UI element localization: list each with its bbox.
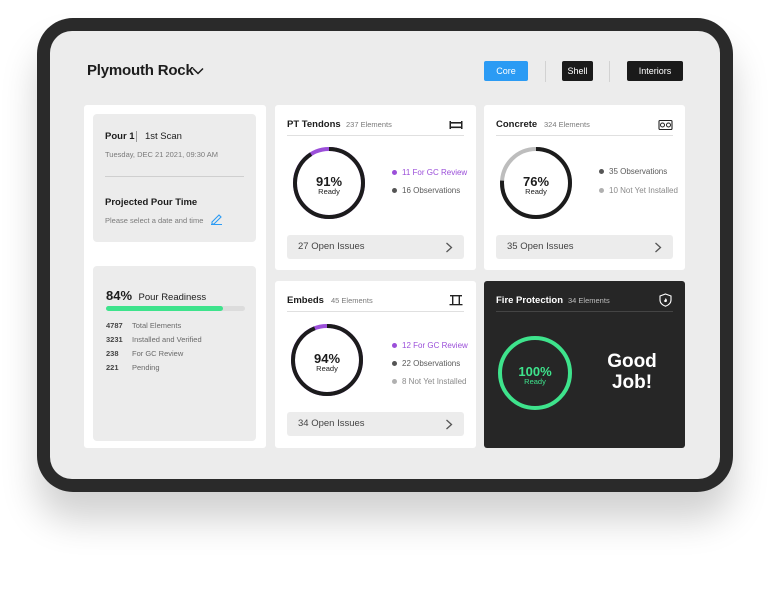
legend-text: 22 Observations bbox=[402, 359, 461, 368]
element-count: 237 Elements bbox=[346, 120, 392, 129]
tab-shell[interactable]: Shell bbox=[562, 61, 593, 81]
legend-dot bbox=[392, 379, 397, 384]
legend-item: 22 Observations bbox=[392, 359, 460, 368]
stat-row: 4787 Total Elements bbox=[106, 321, 181, 330]
legend-text: 16 Observations bbox=[402, 186, 461, 195]
card-title: Concrete bbox=[496, 119, 538, 130]
open-issues-label: 35 Open Issues bbox=[507, 241, 574, 252]
open-issues-label: 34 Open Issues bbox=[298, 418, 365, 429]
good-job-message: Good Job! bbox=[590, 351, 674, 393]
divider bbox=[287, 311, 464, 312]
stat-row: 221 Pending bbox=[106, 363, 160, 372]
stat-row: 238 For GC Review bbox=[106, 349, 183, 358]
tab-divider bbox=[609, 61, 610, 82]
readiness-percent: 84% bbox=[106, 288, 133, 303]
legend-item: 35 Observations bbox=[599, 167, 667, 176]
stat-row: 3231 Installed and Verified bbox=[106, 335, 202, 344]
element-count: 45 Elements bbox=[331, 296, 373, 305]
pt-tendons-card[interactable]: PT Tendons 237 Elements 91% Ready 11 For… bbox=[275, 105, 476, 270]
tab-divider bbox=[545, 61, 546, 82]
ready-label: Ready bbox=[316, 364, 338, 373]
ready-label: Ready bbox=[525, 187, 547, 196]
pour-label: Pour 1 bbox=[105, 131, 135, 142]
fire-shield-icon bbox=[659, 293, 672, 307]
tab-core[interactable]: Core bbox=[484, 61, 528, 81]
legend-dot bbox=[392, 343, 397, 348]
readiness-progress-track bbox=[106, 306, 245, 311]
card-title: Embeds bbox=[287, 295, 324, 306]
stat-label: Installed and Verified bbox=[132, 335, 202, 344]
pour-summary-card: Pour 1 1st Scan Tuesday, DEC 21 2021, 09… bbox=[84, 105, 266, 448]
legend-dot bbox=[392, 361, 397, 366]
legend-item: 11 For GC Review bbox=[392, 168, 467, 177]
embed-icon bbox=[449, 295, 463, 306]
chevron-down-icon[interactable] bbox=[191, 64, 205, 78]
legend-dot bbox=[599, 188, 604, 193]
legend-text: 35 Observations bbox=[609, 167, 668, 176]
stat-value: 3231 bbox=[106, 335, 123, 344]
legend-text: 11 For GC Review bbox=[402, 168, 468, 177]
divider bbox=[496, 311, 673, 312]
divider bbox=[136, 131, 137, 142]
divider bbox=[105, 176, 244, 177]
embeds-card[interactable]: Embeds 45 Elements 94% Ready 12 For GC R… bbox=[275, 281, 476, 448]
stat-value: 238 bbox=[106, 349, 119, 358]
open-issues-button[interactable]: 34 Open Issues bbox=[287, 412, 464, 436]
readiness-panel: 84% Pour Readiness 4787 Total Elements 32… bbox=[93, 266, 256, 441]
dashboard-screen: Plymouth Rock Core Shell Interiors Pour … bbox=[50, 31, 720, 479]
scan-datetime: Tuesday, DEC 21 2021, 09:30 AM bbox=[105, 150, 218, 159]
message-line: Job! bbox=[611, 372, 653, 393]
stat-label: For GC Review bbox=[132, 349, 184, 358]
project-title[interactable]: Plymouth Rock bbox=[87, 62, 194, 79]
tab-interiors[interactable]: Interiors bbox=[627, 61, 683, 81]
chevron-right-icon bbox=[655, 242, 662, 253]
message-line: Good bbox=[607, 351, 657, 372]
ready-label: Ready bbox=[524, 377, 546, 386]
legend-item: 10 Not Yet Installed bbox=[599, 186, 678, 195]
chevron-right-icon bbox=[446, 242, 453, 253]
readiness-progress-fill bbox=[106, 306, 223, 311]
legend-dot bbox=[599, 169, 604, 174]
concrete-card[interactable]: Concrete 324 Elements 76% Ready 35 Obser… bbox=[484, 105, 685, 270]
element-count: 324 Elements bbox=[544, 120, 590, 129]
legend-item: 8 Not Yet Installed bbox=[392, 377, 467, 386]
projected-pour-hint: Please select a date and time bbox=[105, 216, 204, 225]
legend-dot bbox=[392, 170, 397, 175]
readiness-summary: 84% Pour Readiness bbox=[106, 287, 206, 305]
open-issues-label: 27 Open Issues bbox=[298, 241, 365, 252]
legend-text: 8 Not Yet Installed bbox=[402, 377, 467, 386]
stat-label: Pending bbox=[132, 363, 160, 372]
scan-label: 1st Scan bbox=[145, 131, 182, 142]
divider bbox=[287, 135, 464, 136]
legend-item: 16 Observations bbox=[392, 186, 460, 195]
card-title: Fire Protection bbox=[496, 295, 564, 306]
concrete-icon bbox=[658, 119, 673, 131]
open-issues-button[interactable]: 35 Open Issues bbox=[496, 235, 673, 259]
tendon-icon bbox=[449, 121, 463, 129]
projected-pour-title: Projected Pour Time bbox=[105, 197, 198, 208]
legend-text: 12 For GC Review bbox=[402, 341, 468, 350]
readiness-label: Pour Readiness bbox=[138, 292, 207, 303]
stat-value: 4787 bbox=[106, 321, 123, 330]
chevron-right-icon bbox=[446, 419, 453, 430]
legend-item: 12 For GC Review bbox=[392, 341, 468, 350]
fire-protection-card[interactable]: Fire Protection 34 Elements 100% Ready G… bbox=[484, 281, 685, 448]
stat-value: 221 bbox=[106, 363, 119, 372]
legend-text: 10 Not Yet Installed bbox=[609, 186, 678, 195]
scan-info-panel: Pour 1 1st Scan Tuesday, DEC 21 2021, 09… bbox=[93, 114, 256, 242]
divider bbox=[496, 135, 673, 136]
element-count: 34 Elements bbox=[568, 296, 610, 305]
open-issues-button[interactable]: 27 Open Issues bbox=[287, 235, 464, 259]
card-title: PT Tendons bbox=[287, 119, 341, 130]
ready-label: Ready bbox=[318, 187, 340, 196]
legend-dot bbox=[392, 188, 397, 193]
stat-label: Total Elements bbox=[132, 321, 182, 330]
pencil-icon[interactable] bbox=[210, 212, 223, 225]
